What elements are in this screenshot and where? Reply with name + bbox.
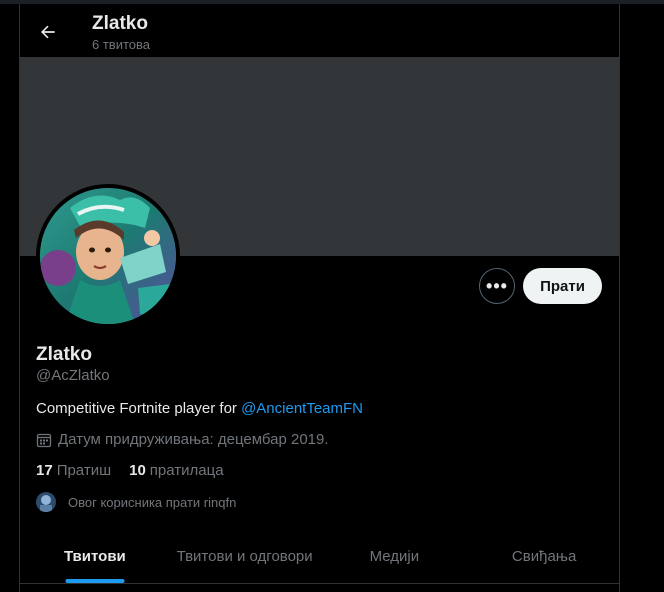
follower-avatar <box>36 492 56 512</box>
more-button[interactable]: ••• <box>479 268 515 304</box>
arrow-left-icon <box>41 25 55 39</box>
tab-likes[interactable]: Свиђања <box>469 530 619 583</box>
tab-tweets[interactable]: Твитови <box>20 530 170 583</box>
tab-media[interactable]: Медији <box>320 530 470 583</box>
tab-tweets-and-replies[interactable]: Твитови и одговори <box>170 530 320 583</box>
bio-mention-link[interactable]: @AncientTeamFN <box>241 400 363 417</box>
active-tab-indicator <box>65 579 125 583</box>
more-horizontal-icon: ••• <box>486 275 508 296</box>
following-count: 17 <box>36 462 53 479</box>
joined-date: Датум придруживања: децембар 2019. <box>36 431 329 448</box>
calendar-icon <box>36 432 52 448</box>
profile-tabs: Твитови Твитови и одговори Медији Свиђањ… <box>20 530 619 584</box>
tab-label: Твитови <box>63 548 126 565</box>
avatar[interactable] <box>36 184 180 328</box>
following-link[interactable]: 17 Пратиш <box>36 462 111 479</box>
follow-button[interactable]: Прати <box>523 268 602 304</box>
followers-label: пратилаца <box>149 462 224 479</box>
back-button[interactable] <box>38 22 58 42</box>
follow-stats: 17 Пратиш 10 пратилаца <box>36 462 242 479</box>
profile-handle: @AcZlatko <box>36 367 110 384</box>
header-name: Zlatko <box>92 13 148 34</box>
profile-column: Zlatko 6 твитова ••• Прати Zlatko @AcZla… <box>19 4 620 592</box>
profile-header: Zlatko 6 твитова <box>20 4 619 57</box>
followed-by[interactable]: Овог корисника прати rinqfn <box>36 492 236 512</box>
bio-text: Competitive Fortnite player for <box>36 400 242 417</box>
header-tweet-count: 6 твитова <box>92 37 150 52</box>
followers-count: 10 <box>129 462 146 479</box>
joined-label: Датум придруживања: децембар 2019. <box>58 431 329 448</box>
followed-by-text: Овог корисника прати rinqfn <box>68 494 237 510</box>
profile-name: Zlatko <box>36 344 92 365</box>
avatar-image <box>40 188 176 324</box>
profile-bio: Competitive Fortnite player for @Ancient… <box>36 400 363 417</box>
tab-label: Свиђања <box>511 548 577 565</box>
tab-label: Твитови и одговори <box>176 548 313 565</box>
following-label: Пратиш <box>56 462 112 479</box>
tab-label: Медији <box>369 548 420 565</box>
followers-link[interactable]: 10 пратилаца <box>129 462 223 479</box>
